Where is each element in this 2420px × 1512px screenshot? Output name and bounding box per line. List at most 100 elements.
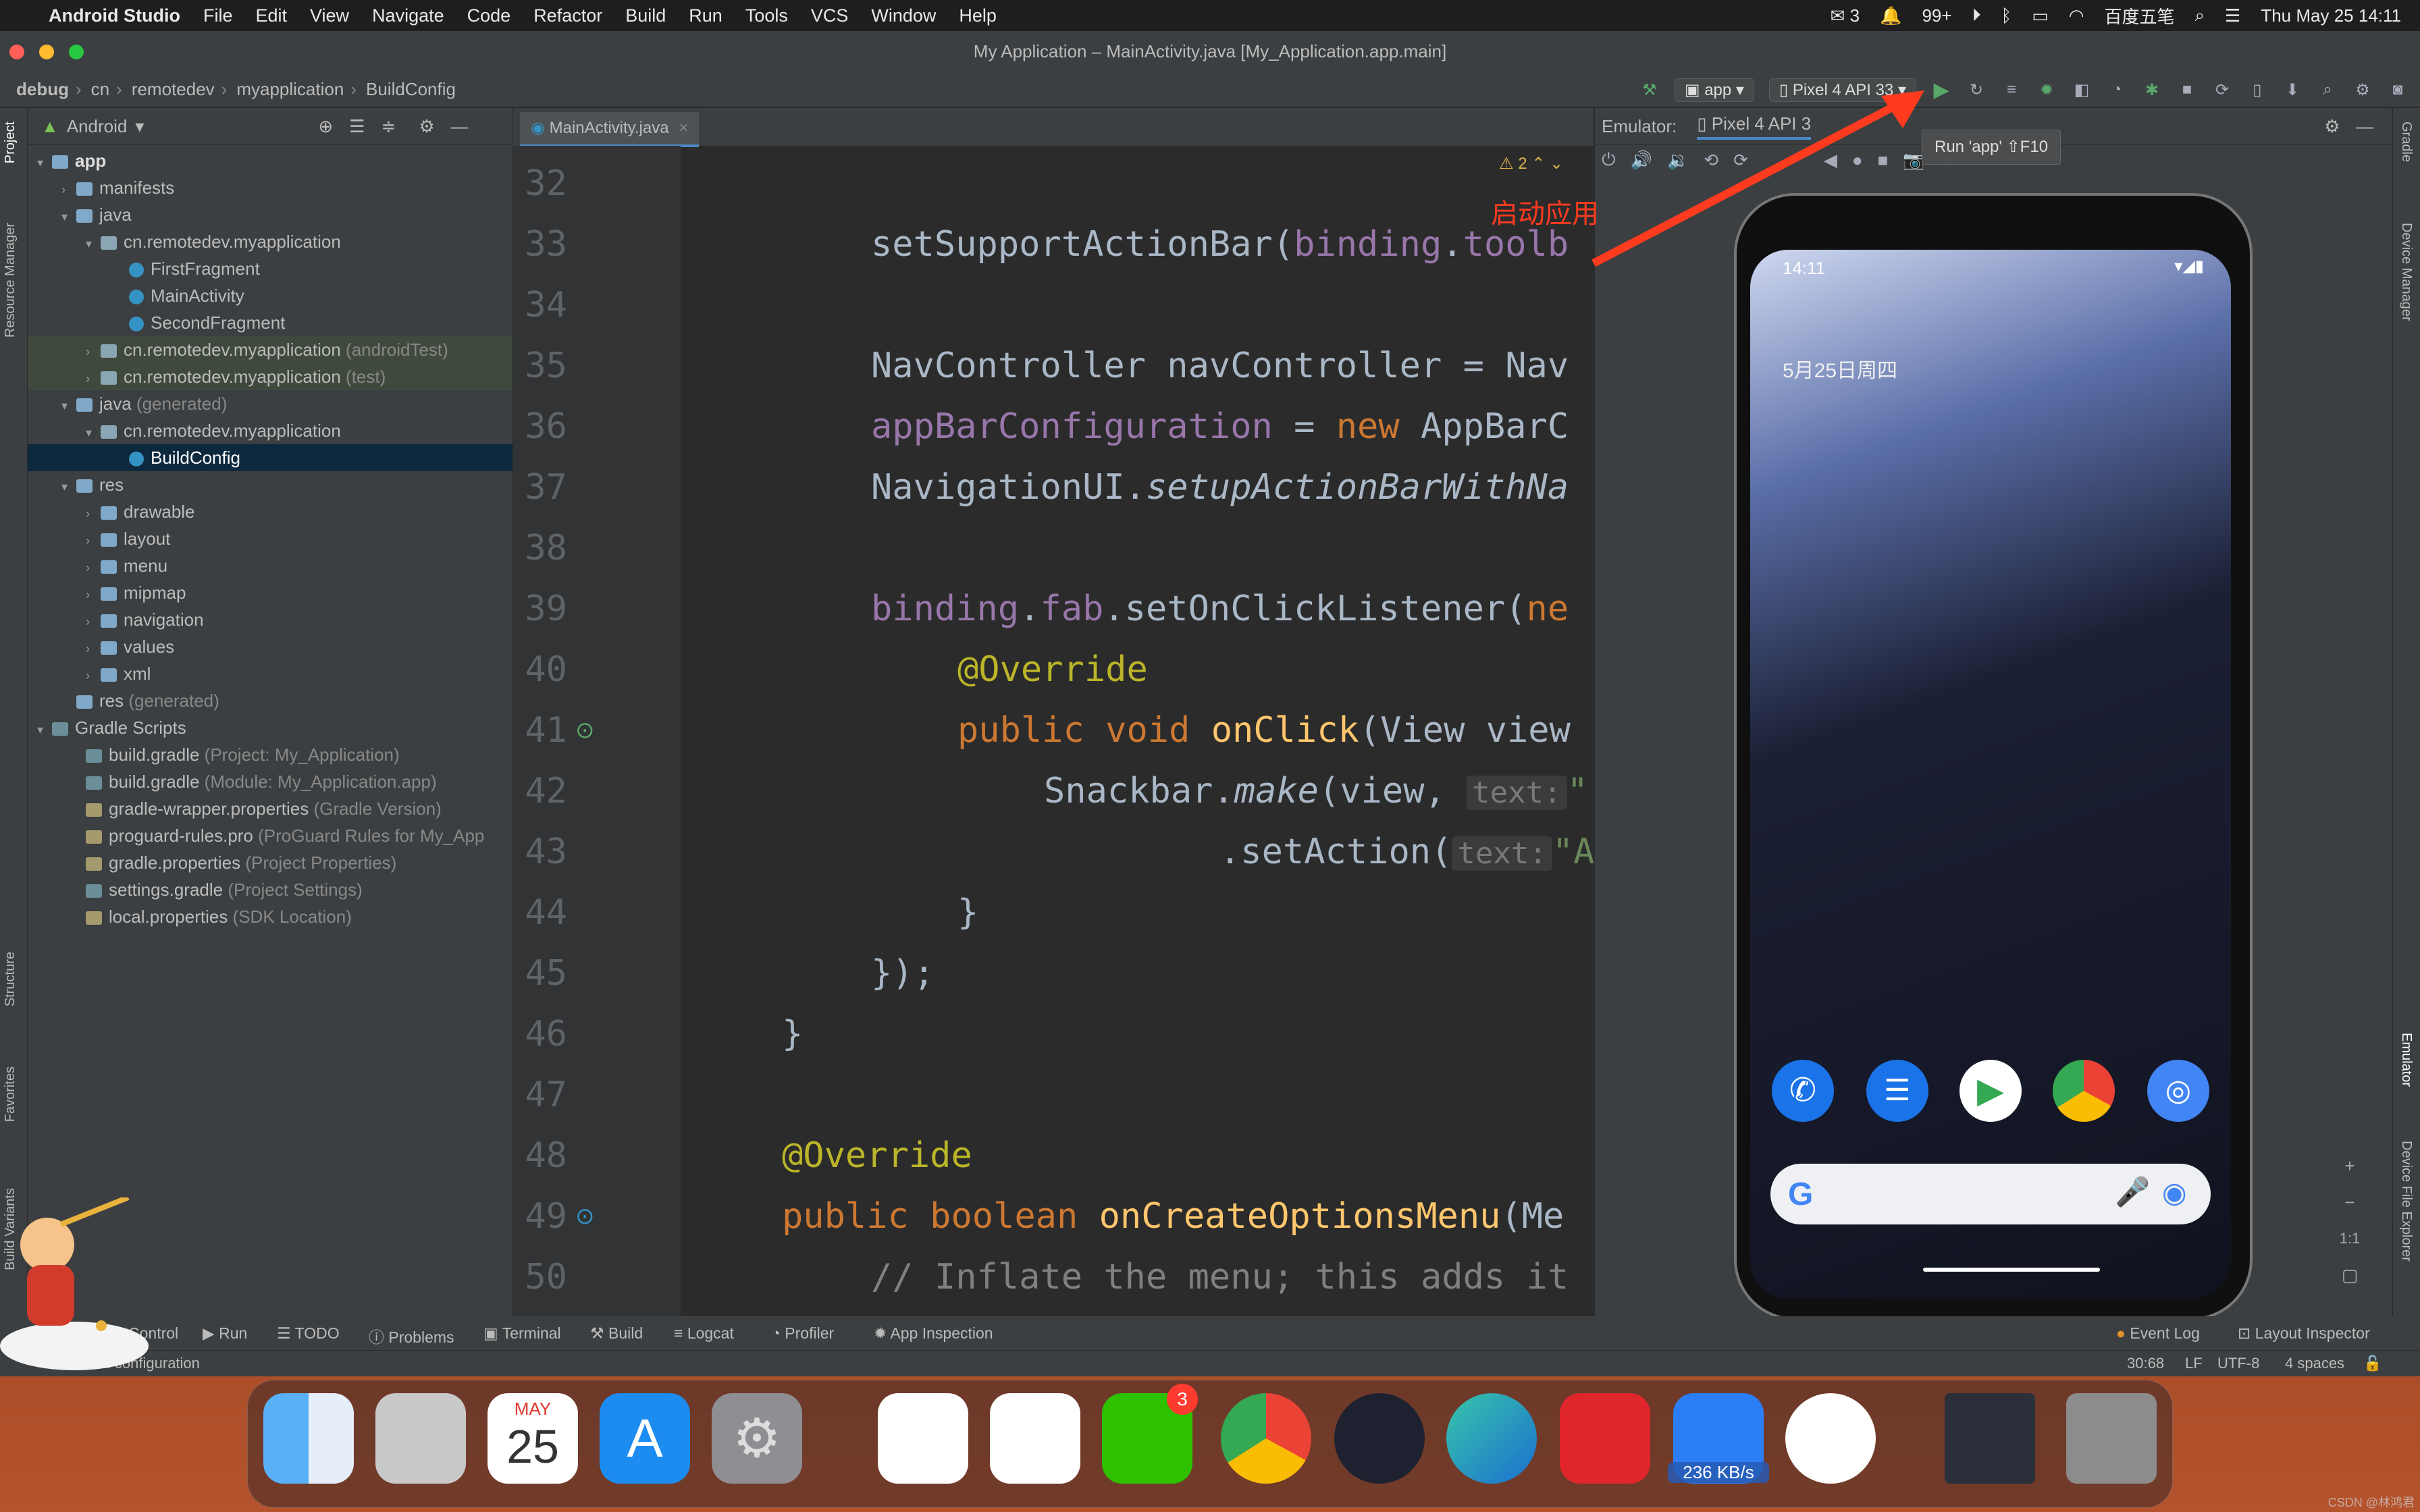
- stop-icon[interactable]: ■: [2177, 80, 2197, 100]
- attach-debugger-icon[interactable]: ◧: [2072, 80, 2092, 100]
- event-log-button[interactable]: ● Event Log: [2116, 1324, 2200, 1343]
- gradle-tool-tab[interactable]: Gradle: [2398, 122, 2414, 162]
- tree-item-gradle-scripts[interactable]: ▾ Gradle Scripts: [37, 714, 186, 741]
- bluetooth-icon[interactable]: ᛒ: [2001, 5, 2012, 26]
- app-store-icon[interactable]: A: [600, 1393, 690, 1484]
- gear-icon[interactable]: ⚙: [2324, 116, 2340, 137]
- netease-music-icon[interactable]: [1560, 1393, 1650, 1484]
- calendar-icon[interactable]: MAY 25: [488, 1393, 578, 1484]
- file-encoding[interactable]: UTF-8: [2217, 1355, 2259, 1372]
- gear-icon[interactable]: ⚙: [419, 116, 434, 137]
- tree-item-xml[interactable]: › xml: [86, 660, 151, 687]
- tree-item-app[interactable]: ▾ app: [37, 147, 106, 174]
- lock-icon[interactable]: 🔓: [2363, 1355, 2382, 1372]
- hide-panel-icon[interactable]: —: [451, 116, 469, 137]
- tree-item-manifests[interactable]: › manifests: [61, 174, 174, 201]
- device-file-explorer-tool-tab[interactable]: Device File Explorer: [2398, 1141, 2414, 1262]
- bell-icon[interactable]: 🔔: [1880, 5, 1901, 26]
- tree-item-mipmap[interactable]: › mipmap: [86, 579, 186, 606]
- hide-panel-icon[interactable]: —: [2357, 116, 2374, 137]
- notification-count[interactable]: 99+: [1922, 5, 1951, 26]
- chrome-icon[interactable]: [1221, 1393, 1311, 1484]
- wechat-status-icon[interactable]: ✉ 3: [1831, 5, 1860, 26]
- obs-icon[interactable]: [1334, 1393, 1425, 1484]
- search-icon[interactable]: ⌕: [2194, 5, 2205, 26]
- tree-item-values[interactable]: › values: [86, 633, 174, 660]
- fit-screen-icon[interactable]: ▢: [2335, 1257, 2365, 1293]
- account-icon[interactable]: ◙: [2388, 80, 2408, 100]
- tree-item-build-gradle-project[interactable]: build.gradle (Project: My_Application): [86, 741, 400, 768]
- finder-icon[interactable]: [263, 1393, 354, 1484]
- system-preferences-icon[interactable]: ⚙: [712, 1393, 802, 1484]
- collapse-all-icon[interactable]: ≑: [382, 116, 396, 137]
- tab-profiler[interactable]: ◔ Profiler: [771, 1324, 834, 1343]
- indent-setting[interactable]: 4 spaces: [2285, 1355, 2344, 1372]
- settings-icon[interactable]: ⚙: [2352, 80, 2373, 100]
- breadcrumb-remotedev[interactable]: remotedev: [132, 79, 215, 100]
- messages-app-icon[interactable]: ☰: [1866, 1060, 1928, 1122]
- menu-vcs[interactable]: VCS: [811, 5, 849, 26]
- sdk-manager-icon[interactable]: ⬇: [2282, 80, 2303, 100]
- apply-code-changes-icon[interactable]: ≡: [2001, 80, 2022, 100]
- tree-item-res[interactable]: ▾ res: [61, 471, 124, 498]
- tree-item-settings-gradle[interactable]: settings.gradle (Project Settings): [86, 876, 363, 903]
- close-window-button[interactable]: [9, 45, 24, 59]
- tree-item-navigation[interactable]: › navigation: [86, 606, 204, 633]
- android-studio-icon[interactable]: [1785, 1393, 1876, 1484]
- play-store-app-icon[interactable]: ▶: [1959, 1060, 2022, 1122]
- recent-window-thumbnail[interactable]: [1945, 1393, 2035, 1484]
- close-tab-icon[interactable]: ×: [679, 119, 688, 137]
- zoom-in-icon[interactable]: +: [2335, 1148, 2365, 1184]
- tree-item-local-properties[interactable]: local.properties (SDK Location): [86, 903, 352, 930]
- chevron-down-icon[interactable]: ▾: [135, 116, 144, 137]
- attach-icon[interactable]: ✱: [2142, 80, 2162, 100]
- lens-icon[interactable]: ◉: [2162, 1176, 2187, 1209]
- tree-item-mainactivity[interactable]: MainActivity: [129, 282, 244, 309]
- phone-screen[interactable]: 14:11 ▾◢▮ 5月25日周四: [1750, 250, 2231, 1299]
- tab-mainactivity[interactable]: ◉ MainActivity.java ×: [520, 112, 700, 147]
- debug-icon[interactable]: ✹: [2036, 80, 2057, 100]
- battery-icon[interactable]: ▭: [2032, 5, 2049, 26]
- zoom-out-icon[interactable]: −: [2335, 1184, 2365, 1220]
- warning-indicator[interactable]: ⚠ 2 ⌃ ⌄: [1499, 154, 1563, 173]
- locate-icon[interactable]: ⊕: [318, 116, 333, 137]
- breadcrumb-cn[interactable]: cn: [91, 79, 109, 100]
- trash-icon[interactable]: [2066, 1393, 2157, 1484]
- play-icon[interactable]: ⏵: [1972, 5, 1981, 26]
- structure-tool-tab[interactable]: Structure: [3, 952, 18, 1006]
- minimize-window-button[interactable]: [39, 45, 54, 59]
- menu-run[interactable]: Run: [689, 5, 722, 26]
- breadcrumb-myapplication[interactable]: myapplication: [236, 79, 344, 100]
- datetime[interactable]: Thu May 25 14:11: [2261, 5, 2401, 26]
- tab-app-inspection[interactable]: ✹ App Inspection: [874, 1324, 993, 1343]
- tree-item-proguard[interactable]: proguard-rules.pro (ProGuard Rules for M…: [86, 822, 484, 849]
- tree-item-gradle-properties[interactable]: gradle.properties (Project Properties): [86, 849, 396, 876]
- menu-tools[interactable]: Tools: [745, 5, 788, 26]
- device-manager-icon[interactable]: ▯: [2247, 80, 2267, 100]
- resource-manager-tool-tab[interactable]: Resource Manager: [3, 223, 18, 338]
- tree-item-java-generated[interactable]: ▾ java (generated): [61, 390, 227, 417]
- override-gutter-icon[interactable]: ⊙: [575, 717, 595, 744]
- menu-code[interactable]: Code: [467, 5, 511, 26]
- google-search-bar[interactable]: G 🎤 ◉: [1770, 1164, 2211, 1224]
- sync-gradle-icon[interactable]: ⟳: [2212, 80, 2232, 100]
- menu-refactor[interactable]: Refactor: [533, 5, 602, 26]
- qq-icon[interactable]: [990, 1393, 1080, 1484]
- expand-all-icon[interactable]: ☰: [349, 116, 365, 137]
- tree-item-drawable[interactable]: › drawable: [86, 498, 195, 525]
- menu-edit[interactable]: Edit: [255, 5, 287, 26]
- search-everywhere-icon[interactable]: ⌕: [2317, 80, 2338, 100]
- qq-icon[interactable]: [878, 1393, 968, 1484]
- app-menu[interactable]: Android Studio: [49, 5, 180, 26]
- menu-window[interactable]: Window: [871, 5, 936, 26]
- zoom-window-button[interactable]: [69, 45, 84, 59]
- tree-item-java[interactable]: ▾ java: [61, 201, 132, 228]
- chrome-app-icon[interactable]: [2053, 1060, 2115, 1122]
- tree-item-firstfragment[interactable]: FirstFragment: [129, 255, 260, 282]
- tree-item-package[interactable]: ▾ cn.remotedev.myapplication: [86, 228, 341, 255]
- caret-position[interactable]: 30:68: [2127, 1355, 2164, 1372]
- tree-item-package-generated[interactable]: ▾ cn.remotedev.myapplication: [86, 417, 341, 444]
- override-gutter-icon[interactable]: ⊙: [575, 1203, 595, 1230]
- control-center-icon[interactable]: ☰: [2225, 5, 2240, 26]
- tab-todo[interactable]: ☰ TODO: [277, 1324, 340, 1343]
